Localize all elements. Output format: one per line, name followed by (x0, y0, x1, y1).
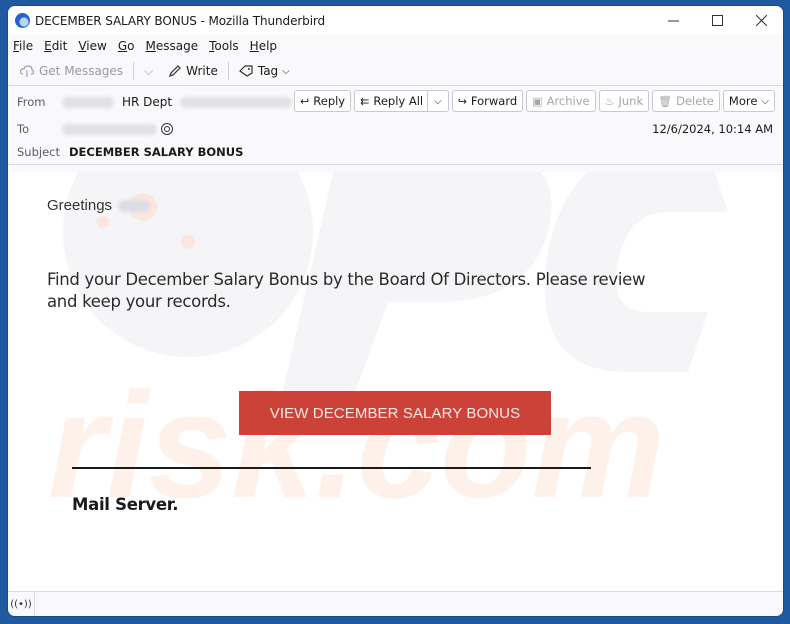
redacted-name (118, 200, 151, 213)
redacted-sender (62, 96, 114, 108)
chevron-down-icon: ⌵ (761, 95, 769, 107)
junk-label: Junk (618, 94, 644, 108)
forward-button[interactable]: ↪ Forward (451, 90, 524, 112)
horizontal-divider (72, 467, 591, 469)
message-actions: ↩ Reply ⇇ Reply All ⌵ ↪ Forward ▣ Archiv… (291, 90, 775, 112)
maximize-icon (711, 15, 723, 26)
more-label: More (728, 94, 758, 108)
greeting-line: Greetings (47, 197, 151, 214)
delete-label: Delete (676, 94, 714, 108)
toolbar-separator (227, 62, 229, 80)
menu-bar: File Edit View Go Message Tools Help (8, 35, 783, 57)
thunderbird-window: DECEMBER SALARY BONUS - Mozilla Thunderb… (8, 6, 783, 616)
main-toolbar: Get Messages ⌵ Write Tag ⌵ (8, 57, 783, 86)
window-controls (651, 6, 783, 35)
archive-button[interactable]: ▣ Archive (526, 90, 596, 112)
tag-label: Tag (257, 64, 279, 78)
archive-icon: ▣ (532, 94, 543, 108)
chevron-down-icon: ⌵ (144, 63, 154, 78)
menu-edit[interactable]: Edit (44, 39, 67, 53)
maximize-button[interactable] (695, 6, 739, 35)
menu-help[interactable]: Help (250, 39, 277, 53)
delete-button[interactable]: 🗑 Delete (652, 90, 720, 112)
watermark: risk.com (48, 172, 728, 529)
menu-file[interactable]: File (13, 39, 33, 53)
forward-icon: ↪ (457, 94, 467, 108)
close-button[interactable] (739, 6, 783, 35)
write-button[interactable]: Write (165, 60, 222, 82)
greeting-text: Greetings (47, 197, 113, 214)
menu-go[interactable]: Go (118, 39, 135, 53)
thunderbird-logo-icon (15, 13, 30, 28)
menu-file-rest: ile (19, 39, 34, 53)
to-row: To (17, 122, 173, 136)
reply-icon: ↩ (300, 94, 310, 108)
message-body: risk.com Greetings Find your December Sa… (8, 172, 783, 591)
archive-label: Archive (546, 94, 590, 108)
status-bar: ((•)) (8, 591, 783, 616)
menu-view[interactable]: View (78, 39, 106, 53)
message-header: From HR Dept To Subject DECEMBER SALARY … (8, 86, 783, 165)
get-messages-button[interactable]: Get Messages (16, 60, 127, 82)
junk-flame-icon: ♨ (604, 94, 615, 108)
get-messages-label: Get Messages (39, 64, 124, 78)
more-button[interactable]: More ⌵ (722, 90, 775, 112)
reply-button[interactable]: ↩ Reply (294, 90, 352, 112)
message-date: 12/6/2024, 10:14 AM (652, 122, 773, 136)
reply-label: Reply (313, 94, 346, 108)
from-row: From HR Dept (17, 95, 313, 109)
watermark-dot (97, 216, 109, 228)
minimize-button[interactable] (651, 6, 695, 35)
tag-icon (238, 65, 253, 77)
write-label: Write (186, 64, 218, 78)
junk-button[interactable]: ♨ Junk (598, 90, 650, 112)
reply-all-icon: ⇇ (360, 94, 370, 108)
watermark-dot (181, 235, 195, 249)
menu-message[interactable]: Message (145, 39, 198, 53)
to-label: To (17, 122, 30, 136)
subject-value: DECEMBER SALARY BONUS (69, 145, 244, 159)
redacted-sender-email (180, 96, 293, 108)
contact-icon[interactable] (161, 123, 173, 135)
body-text: Find your December Salary Bonus by the B… (47, 270, 646, 311)
subject-row: Subject DECEMBER SALARY BONUS (17, 145, 243, 159)
minimize-icon (667, 20, 679, 22)
cloud-download-icon (20, 65, 34, 77)
menu-tools[interactable]: Tools (209, 39, 239, 53)
title-bar: DECEMBER SALARY BONUS - Mozilla Thunderb… (8, 6, 783, 35)
view-salary-bonus-button[interactable]: VIEW DECEMBER SALARY BONUS (239, 391, 551, 435)
chevron-down-icon: ⌵ (282, 65, 290, 77)
forward-label: Forward (470, 94, 518, 108)
window-title: DECEMBER SALARY BONUS - Mozilla Thunderb… (35, 13, 326, 28)
redacted-recipient (62, 123, 157, 135)
from-label: From (17, 95, 46, 109)
reply-all-button[interactable]: ⇇ Reply All ⌵ (354, 90, 449, 112)
from-name[interactable]: HR Dept (122, 95, 172, 109)
reply-all-dropdown[interactable]: ⌵ (427, 91, 448, 111)
get-messages-dropdown[interactable]: ⌵ (140, 60, 157, 82)
online-status-icon[interactable]: ((•)) (8, 592, 35, 616)
close-icon (755, 15, 767, 26)
reply-all-label: Reply All (373, 94, 424, 108)
signature: Mail Server. (72, 495, 179, 514)
tag-button[interactable]: Tag ⌵ (235, 60, 294, 82)
subject-label: Subject (17, 145, 60, 159)
pencil-icon (169, 65, 182, 77)
toolbar-separator (133, 62, 135, 80)
trash-icon: 🗑 (658, 94, 673, 108)
